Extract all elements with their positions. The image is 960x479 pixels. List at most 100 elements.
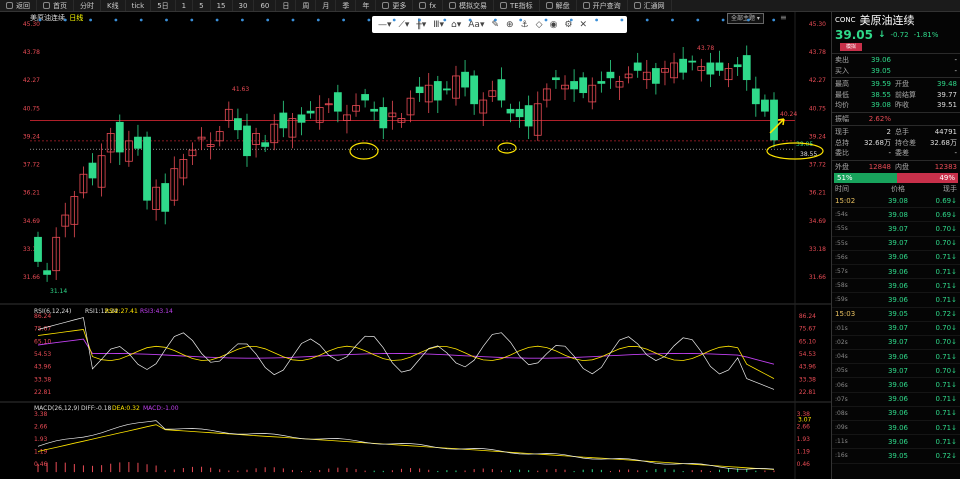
tick-vol: 0.71↓ [935,267,957,276]
quote-label: 振幅 [835,114,849,123]
toolbar-item[interactable]: 汇通网 [628,0,672,11]
tick-row[interactable]: :58s 39.06 0.71↓ [832,279,960,294]
toolbar-item[interactable]: 1 [176,0,194,11]
price-tick: 42.27 [23,77,40,84]
tick-row[interactable]: :08s 39.06 0.71↓ [832,407,960,421]
tick-row[interactable]: :02s 39.07 0.70↓ [832,336,960,351]
tick-row[interactable]: :59s 39.06 0.71↓ [832,293,960,308]
price-tick-right: 45.30 [809,21,826,28]
tick-time: :55s [835,225,848,233]
tick-time: :11s [835,438,848,446]
toolbar-item[interactable]: 年 [356,0,377,11]
toolbar-item[interactable]: 开户查询 [577,0,628,11]
tick-vol: 0.71↓ [935,352,957,361]
toolbar-item[interactable]: 日 [276,0,297,11]
quote-title: CONC 美原油连续 [832,12,960,28]
tick-vol: 0.70↓ [935,324,957,333]
toolbar-item[interactable]: 5日 [151,0,176,11]
tick-row[interactable]: :01s 39.07 0.70↓ [832,322,960,336]
tick-row[interactable]: :07s 39.06 0.71↓ [832,393,960,407]
candle-body [706,62,715,75]
quote-value2: - [954,149,957,158]
tick-time: :01s [835,324,848,332]
toolbar-item[interactable]: K线 [101,0,126,11]
tick-time: 15:03 [835,310,856,319]
tick-price: 39.07 [887,338,909,347]
macd-cur-label: 3.07 [798,416,812,423]
rsi-tick: 43.96 [34,364,51,371]
toolbar-item[interactable]: 5 [193,0,211,11]
tick-row[interactable]: :57s 39.06 0.71↓ [832,265,960,280]
candle-body [261,142,270,147]
tick-list[interactable]: 15:02 39.08 0.69↓:54s 39.08 0.69↓:55s 39.07 0.… [832,194,960,464]
quote-label: 委比 [835,149,849,158]
quote-label: 现手 [835,128,849,137]
tick-price: 39.06 [887,253,909,262]
tick-vol: 0.70↓ [935,366,957,375]
price-tick-right: 36.21 [809,190,826,197]
sim-flag[interactable]: 模拟 [840,43,862,51]
price-tick-right: 34.69 [809,218,826,225]
price-tick: 34.69 [23,218,40,225]
tick-row[interactable]: :11s 39.06 0.71↓ [832,435,960,450]
toolbar-item[interactable]: TE指标 [494,0,540,11]
toolbar-item[interactable]: 周 [296,0,317,11]
quote-code: CONC [835,16,856,24]
toolbar-icon [448,2,456,9]
toolbar-item[interactable]: 分时 [74,0,101,11]
macd-tick-right: 2.66 [797,423,811,430]
tick-row[interactable]: :05s 39.07 0.70↓ [832,364,960,379]
tick-vol: 0.71↓ [935,381,957,390]
toolbar-item[interactable]: 首页 [37,0,74,11]
quote-label: 外盘 [835,162,849,171]
toolbar-icon [419,2,427,9]
event-dot [38,18,42,22]
sell-pct: 49% [897,173,958,183]
toolbar-item[interactable]: 15 [211,0,233,11]
tick-vol: 0.71↓ [935,253,957,262]
toolbar-item[interactable]: 季 [336,0,357,11]
toolbar-item[interactable]: 模拟交易 [443,0,494,11]
macd-tick-right: 1.19 [797,449,811,456]
toolbar-item[interactable]: 30 [233,0,255,11]
tick-row[interactable]: 15:02 39.08 0.69↓ [832,194,960,209]
candle-body [606,71,615,79]
toolbar-item[interactable]: 月 [316,0,337,11]
toolbar-item[interactable]: 更多 [376,0,414,11]
tick-row[interactable]: :16s 39.05 0.72↓ [832,449,960,464]
candle-body [370,108,379,112]
toolbar-item[interactable]: 60 [254,0,277,11]
tick-row[interactable]: :54s 39.08 0.69↓ [832,208,960,223]
rsi-tick: 54.53 [34,351,51,358]
tick-price: 39.08 [887,210,909,219]
tick-header: 时间 价格 现手 [835,185,957,193]
quote-value: 2 [886,128,891,137]
candlestick-chart[interactable]: 45.30 45.30 43.78 43.78 42.27 42.27 40.75 40.75… [0,12,831,479]
toolbar-item[interactable]: fx [413,0,443,11]
tick-row[interactable]: :04s 39.06 0.71↓ [832,350,960,365]
event-dot [266,18,270,22]
tick-row[interactable]: :06s 39.06 0.71↓ [832,378,960,393]
tick-vol: 0.69↓ [935,196,957,205]
toolbar-item[interactable]: 返回 [0,0,37,11]
event-dot [63,18,67,22]
candle-body [570,81,578,90]
candle-body [651,68,660,84]
tick-row[interactable]: 15:03 39.05 0.72↓ [832,308,960,322]
tick-price: 39.06 [887,352,909,361]
macd-tick: 3.38 [34,411,48,418]
tick-row[interactable]: :55s 39.07 0.70↓ [832,237,960,251]
toolbar-item[interactable]: 解盘 [540,0,577,11]
quote-value2: 39.77 [936,90,957,99]
tick-row[interactable]: :55s 39.07 0.70↓ [832,222,960,237]
toolbar-item[interactable]: tick [126,0,152,11]
diff-value: DIFF:-0.18 [81,405,112,412]
tick-row[interactable]: :09s 39.06 0.71↓ [832,421,960,436]
quote-value2: 12383 [934,162,957,171]
price-tick-right: 43.78 [809,49,826,56]
quote-label2: 内盘 [895,162,909,171]
tick-row[interactable]: :56s 39.06 0.71↓ [832,251,960,265]
tick-vol: 0.71↓ [935,281,957,290]
event-dot [291,18,295,22]
event-dot [595,18,598,22]
